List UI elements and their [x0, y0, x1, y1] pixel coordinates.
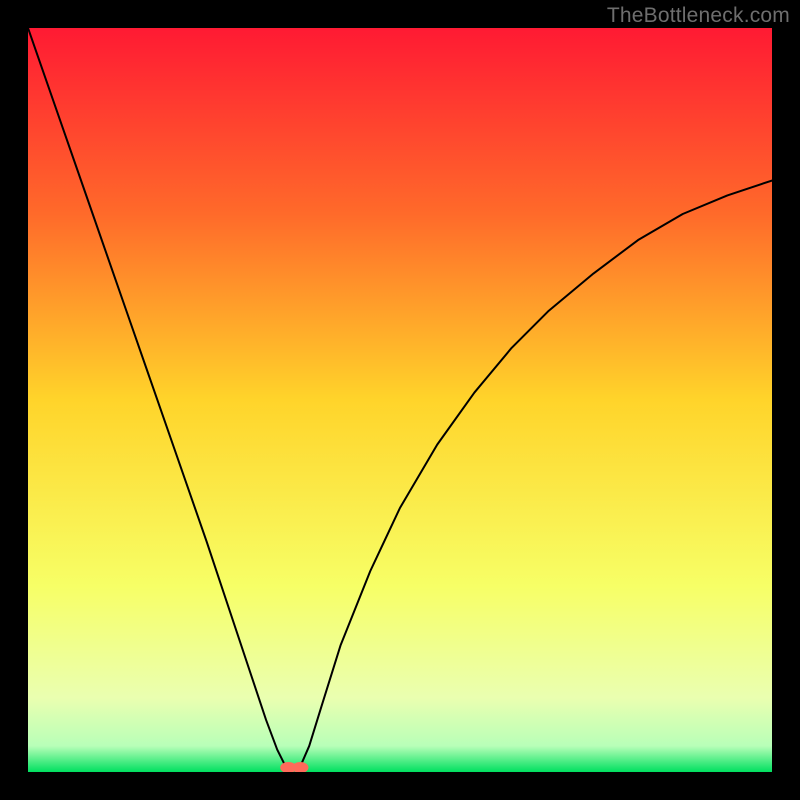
watermark-text: TheBottleneck.com [607, 4, 790, 28]
bottleneck-chart [28, 28, 772, 772]
chart-frame [28, 28, 772, 772]
chart-background [28, 28, 772, 772]
